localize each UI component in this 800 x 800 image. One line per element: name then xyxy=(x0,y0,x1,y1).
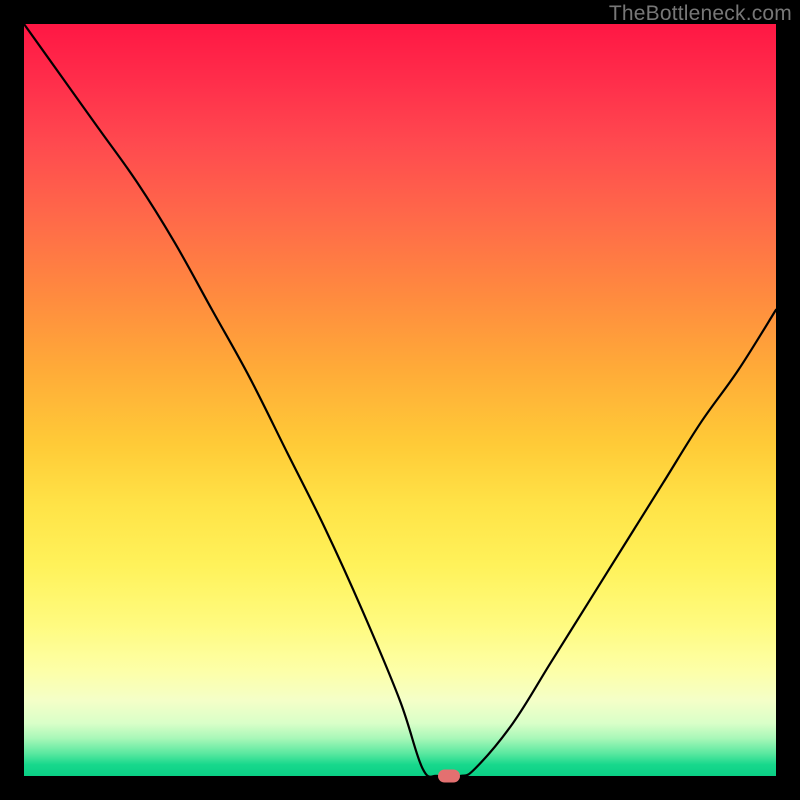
chart-frame: TheBottleneck.com xyxy=(0,0,800,800)
watermark-text: TheBottleneck.com xyxy=(609,2,792,26)
optimal-point-marker xyxy=(438,770,460,783)
bottleneck-curve xyxy=(24,24,776,776)
plot-area xyxy=(24,24,776,776)
